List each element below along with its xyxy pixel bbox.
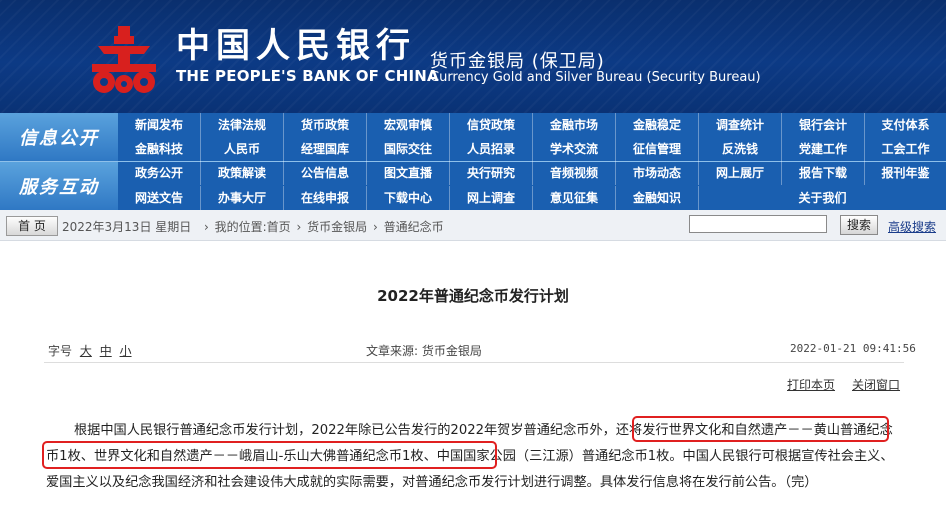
current-date: 2022年3月13日 星期日 <box>62 220 192 234</box>
nav-item-payment-system[interactable]: 支付体系 <box>865 113 946 137</box>
nav-item-rmb[interactable]: 人民币 <box>201 137 284 161</box>
font-size-control: 字号 大 中 小 <box>48 342 132 359</box>
nav-item-bank-accounting[interactable]: 银行会计 <box>782 113 865 137</box>
print-page-link[interactable]: 打印本页 <box>787 376 835 393</box>
nav-item-market-trends[interactable]: 市场动态 <box>616 161 699 185</box>
close-window-link[interactable]: 关闭窗口 <box>852 376 900 393</box>
highlight-box <box>632 416 889 442</box>
search-button[interactable]: 搜索 <box>840 215 878 235</box>
meta-divider <box>44 362 904 363</box>
nav-item-party-work[interactable]: 党建工作 <box>782 137 865 161</box>
main-nav: 信息公开 服务互动 新闻发布 法律法规 货币政策 宏观审慎 信贷政策 金融市场 … <box>0 113 946 210</box>
nav-item-research[interactable]: 央行研究 <box>450 161 533 185</box>
nav-item-audio-video[interactable]: 音频视频 <box>533 161 616 185</box>
nav-item-notices[interactable]: 网送文告 <box>118 186 201 210</box>
nav-item-credit-policy[interactable]: 信贷政策 <box>450 113 533 137</box>
publish-datetime: 2022-01-21 09:41:56 <box>790 342 916 355</box>
breadcrumb-sep-icon: › <box>296 220 302 234</box>
article-title: 2022年普通纪念币发行计划 <box>377 287 569 305</box>
breadcrumb-home-link[interactable]: 我的位置:首页 <box>215 220 291 234</box>
nav-item-fintech[interactable]: 金融科技 <box>118 137 201 161</box>
nav-item-recruitment[interactable]: 人员招录 <box>450 137 533 161</box>
font-size-label: 字号 <box>48 344 73 358</box>
article-source: 文章来源: 货币金银局 <box>366 344 482 358</box>
nav-item-report-download[interactable]: 报告下载 <box>782 161 865 185</box>
nav-item-financial-market[interactable]: 金融市场 <box>533 113 616 137</box>
nav-item-government-affairs[interactable]: 政务公开 <box>118 161 201 185</box>
bank-name-en: THE PEOPLE'S BANK OF CHINA <box>176 67 439 85</box>
font-size-medium-link[interactable]: 中 <box>100 344 112 358</box>
nav-item-international[interactable]: 国际交往 <box>367 137 450 161</box>
nav-item-opinion-collection[interactable]: 意见征集 <box>533 186 616 210</box>
nav-item-news-release[interactable]: 新闻发布 <box>118 113 201 137</box>
breadcrumb-sep-icon: › <box>204 220 209 234</box>
home-button[interactable]: 首 页 <box>6 216 58 236</box>
nav-item-macroprudential[interactable]: 宏观审慎 <box>367 113 450 137</box>
breadcrumb: 首 页 2022年3月13日 星期日 › 我的位置:首页 › 货币金银局 › 普… <box>0 210 946 241</box>
nav-item-download-center[interactable]: 下载中心 <box>367 186 450 210</box>
breadcrumb-current[interactable]: 普通纪念币 <box>384 220 444 234</box>
nav-section-info-disclosure[interactable]: 信息公开 <box>0 113 118 162</box>
nav-item-financial-knowledge[interactable]: 金融知识 <box>616 186 699 210</box>
font-size-large-link[interactable]: 大 <box>80 344 92 358</box>
pboc-logo-icon[interactable] <box>88 24 160 94</box>
nav-item-online-exhibition[interactable]: 网上展厅 <box>699 161 782 185</box>
highlight-box <box>42 441 497 469</box>
nav-item-service-hall[interactable]: 办事大厅 <box>201 186 284 210</box>
body-text-part1: 根据中国人民银行普通纪念币发行计划，2022年除已公告发行的2022年贺岁普通纪… <box>74 423 616 438</box>
search-input[interactable] <box>689 215 827 233</box>
nav-item-anti-money-laundering[interactable]: 反洗钱 <box>699 137 782 161</box>
site-header: 中国人民银行 THE PEOPLE'S BANK OF CHINA 货币金银局 … <box>0 0 946 113</box>
font-size-small-link[interactable]: 小 <box>120 344 132 358</box>
nav-item-announcements[interactable]: 公告信息 <box>284 161 367 185</box>
nav-row-2: 金融科技 人民币 经理国库 国际交往 人员招录 学术交流 征信管理 反洗钱 党建… <box>118 137 946 161</box>
nav-item-yearbooks[interactable]: 报刊年鉴 <box>865 161 946 185</box>
breadcrumb-sep-icon: › <box>373 220 378 234</box>
bank-name-cn: 中国人民银行 <box>176 26 416 66</box>
nav-item-monetary-policy[interactable]: 货币政策 <box>284 113 367 137</box>
bureau-name-en: Currency Gold and Silver Bureau (Securit… <box>430 70 761 85</box>
nav-row-3: 政务公开 政策解读 公告信息 图文直播 央行研究 音频视频 市场动态 网上展厅 … <box>118 161 946 185</box>
nav-item-live-broadcast[interactable]: 图文直播 <box>367 161 450 185</box>
nav-item-laws[interactable]: 法律法规 <box>201 113 284 137</box>
nav-item-financial-stability[interactable]: 金融稳定 <box>616 113 699 137</box>
nav-section-service-interaction[interactable]: 服务互动 <box>0 162 118 210</box>
nav-row-1: 新闻发布 法律法规 货币政策 宏观审慎 信贷政策 金融市场 金融稳定 调查统计 … <box>118 113 946 137</box>
nav-row-4: 网送文告 办事大厅 在线申报 下载中心 网上调查 意见征集 金融知识 关于我们 <box>118 186 946 210</box>
nav-item-union-work[interactable]: 工会工作 <box>865 137 946 161</box>
nav-item-policy-interpretation[interactable]: 政策解读 <box>201 161 284 185</box>
nav-item-online-filing[interactable]: 在线申报 <box>284 186 367 210</box>
breadcrumb-bureau-link[interactable]: 货币金银局 <box>307 220 367 234</box>
nav-item-treasury[interactable]: 经理国库 <box>284 137 367 161</box>
advanced-search-link[interactable]: 高级搜索 <box>888 218 936 235</box>
nav-item-academic[interactable]: 学术交流 <box>533 137 616 161</box>
nav-item-credit-management[interactable]: 征信管理 <box>616 137 699 161</box>
nav-item-statistics[interactable]: 调查统计 <box>699 113 782 137</box>
nav-item-online-survey[interactable]: 网上调查 <box>450 186 533 210</box>
nav-item-about-us[interactable]: 关于我们 <box>699 186 946 210</box>
breadcrumb-path: › 我的位置:首页 › 货币金银局 › 普通纪念币 <box>204 218 446 235</box>
